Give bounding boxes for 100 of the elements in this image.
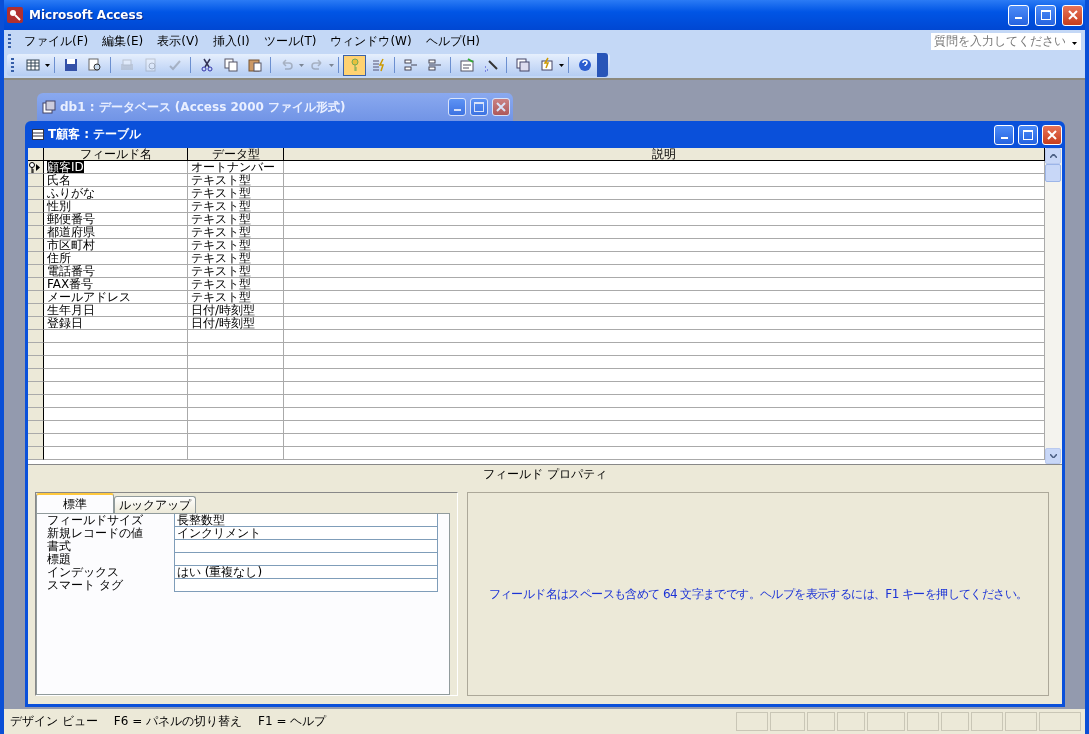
menu-item[interactable]: 表示(V)	[150, 30, 206, 52]
row-selector[interactable]	[28, 408, 44, 421]
empty-cell[interactable]	[284, 343, 1045, 356]
row-selector[interactable]	[28, 161, 44, 174]
empty-cell[interactable]	[284, 330, 1045, 343]
data-type-cell[interactable]: テキスト型	[188, 187, 284, 200]
tab[interactable]: 標準	[36, 493, 114, 513]
description-cell[interactable]	[284, 291, 1045, 304]
row-selector[interactable]	[28, 187, 44, 200]
row-selector[interactable]	[28, 252, 44, 265]
field-name-cell[interactable]: 生年月日	[44, 304, 188, 317]
empty-cell[interactable]	[188, 343, 284, 356]
row-selector[interactable]	[28, 239, 44, 252]
maximize-button[interactable]	[1035, 4, 1056, 26]
row-selector[interactable]	[28, 200, 44, 213]
data-type-cell[interactable]: 日付/時刻型	[188, 304, 284, 317]
help-question-field[interactable]: 質問を入力してください	[931, 32, 1081, 50]
row-selector[interactable]	[28, 317, 44, 330]
description-cell[interactable]	[284, 174, 1045, 187]
row-selector[interactable]	[28, 174, 44, 187]
data-type-cell[interactable]: テキスト型	[188, 239, 284, 252]
field-name-cell[interactable]: ふりがな	[44, 187, 188, 200]
minimize-button[interactable]	[994, 124, 1014, 145]
data-type-cell[interactable]: テキスト型	[188, 213, 284, 226]
row-selector[interactable]	[28, 330, 44, 343]
empty-cell[interactable]	[284, 447, 1045, 460]
field-name-cell[interactable]: 都道府県	[44, 226, 188, 239]
column-header[interactable]: 説明	[284, 148, 1045, 161]
row-selector[interactable]	[28, 382, 44, 395]
empty-cell[interactable]	[284, 369, 1045, 382]
data-type-cell[interactable]: 日付/時刻型	[188, 317, 284, 330]
field-name-cell[interactable]: 氏名	[44, 174, 188, 187]
field-name-cell[interactable]: 住所	[44, 252, 188, 265]
description-cell[interactable]	[284, 278, 1045, 291]
minimize-button[interactable]	[1008, 4, 1029, 26]
empty-cell[interactable]	[188, 395, 284, 408]
description-cell[interactable]	[284, 265, 1045, 278]
empty-cell[interactable]	[284, 421, 1045, 434]
field-name-cell[interactable]: 郵便番号	[44, 213, 188, 226]
property-field[interactable]	[174, 553, 438, 566]
field-name-cell[interactable]: 性別	[44, 200, 188, 213]
menu-item[interactable]: ファイル(F)	[17, 30, 96, 52]
row-selector[interactable]	[28, 213, 44, 226]
row-selector[interactable]	[28, 291, 44, 304]
vertical-scrollbar[interactable]	[1045, 148, 1062, 464]
empty-cell[interactable]	[188, 408, 284, 421]
row-selector[interactable]	[28, 421, 44, 434]
row-selector[interactable]	[28, 265, 44, 278]
data-type-cell[interactable]: テキスト型	[188, 252, 284, 265]
field-name-cell[interactable]: 電話番号	[44, 265, 188, 278]
data-type-cell[interactable]: オートナンバー	[188, 161, 284, 174]
property-field[interactable]	[174, 540, 438, 553]
menu-item[interactable]: ツール(T)	[256, 30, 324, 52]
field-name-cell[interactable]: 顧客ID	[44, 161, 188, 174]
row-selector[interactable]	[28, 447, 44, 460]
property-field[interactable]: はい (重複なし)	[174, 566, 438, 579]
scroll-thumb[interactable]	[1045, 164, 1061, 182]
description-cell[interactable]	[284, 187, 1045, 200]
menu-item[interactable]: 挿入(I)	[205, 30, 257, 52]
column-header[interactable]: フィールド名	[44, 148, 188, 161]
menu-item[interactable]: ウィンドウ(W)	[323, 30, 419, 52]
field-name-cell[interactable]: FAX番号	[44, 278, 188, 291]
empty-cell[interactable]	[188, 369, 284, 382]
row-selector[interactable]	[28, 226, 44, 239]
description-cell[interactable]	[284, 304, 1045, 317]
description-cell[interactable]	[284, 213, 1045, 226]
row-selector[interactable]	[28, 278, 44, 291]
field-name-cell[interactable]: 登録日	[44, 317, 188, 330]
close-button[interactable]	[1062, 4, 1083, 26]
description-cell[interactable]	[284, 200, 1045, 213]
property-field[interactable]	[174, 579, 438, 592]
row-selector[interactable]	[28, 434, 44, 447]
data-type-cell[interactable]: テキスト型	[188, 265, 284, 278]
description-cell[interactable]	[284, 252, 1045, 265]
field-name-cell[interactable]: 市区町村	[44, 239, 188, 252]
empty-cell[interactable]	[284, 434, 1045, 447]
row-selector[interactable]	[28, 356, 44, 369]
row-selector[interactable]	[28, 395, 44, 408]
empty-cell[interactable]	[284, 382, 1045, 395]
property-field[interactable]: インクリメント	[174, 527, 438, 540]
empty-cell[interactable]	[188, 382, 284, 395]
column-header[interactable]: データ型	[188, 148, 284, 161]
empty-cell[interactable]	[188, 447, 284, 460]
close-button[interactable]	[492, 98, 510, 116]
description-cell[interactable]	[284, 226, 1045, 239]
maximize-button[interactable]	[470, 98, 488, 116]
close-button[interactable]	[1042, 124, 1062, 145]
empty-cell[interactable]	[188, 421, 284, 434]
row-selector[interactable]	[28, 343, 44, 356]
data-type-cell[interactable]: テキスト型	[188, 291, 284, 304]
empty-cell[interactable]	[284, 408, 1045, 421]
description-cell[interactable]	[284, 161, 1045, 174]
row-selector[interactable]	[28, 369, 44, 382]
empty-cell[interactable]	[188, 356, 284, 369]
menu-item[interactable]: 編集(E)	[95, 30, 151, 52]
empty-cell[interactable]	[284, 356, 1045, 369]
field-name-cell[interactable]: メールアドレス	[44, 291, 188, 304]
data-type-cell[interactable]: テキスト型	[188, 174, 284, 187]
data-type-cell[interactable]: テキスト型	[188, 200, 284, 213]
description-cell[interactable]	[284, 239, 1045, 252]
